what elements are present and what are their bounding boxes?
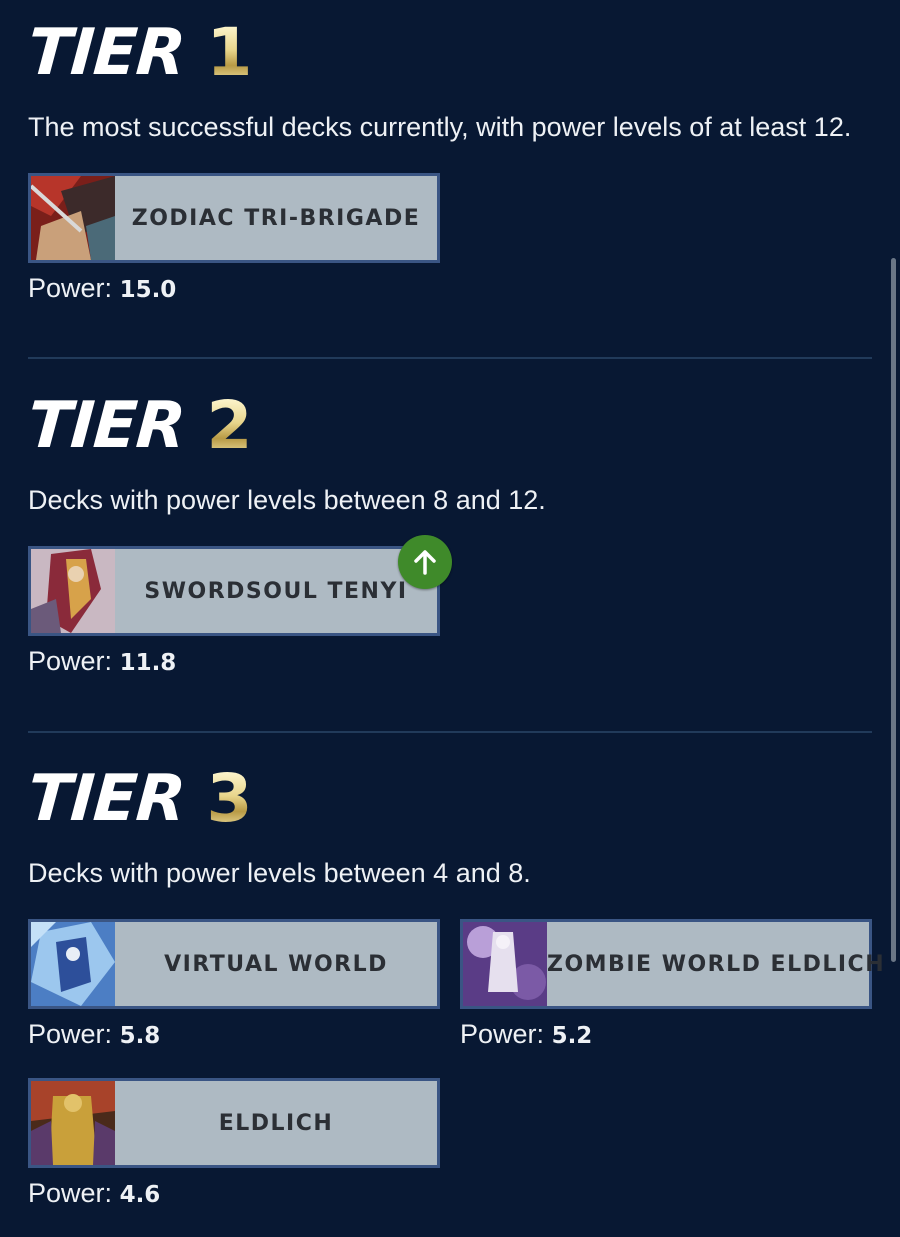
power-label: Power: <box>460 1019 545 1049</box>
power-value: 4.6 <box>119 1182 161 1208</box>
up-arrow-icon <box>414 550 436 575</box>
power-label: Power: <box>28 646 113 676</box>
deck-power: Power: 5.2 <box>460 1019 872 1050</box>
section-divider <box>28 357 872 359</box>
deck-name: ZOMBIE WORLD ELDLICH <box>547 951 886 977</box>
deck-power: Power: 15.0 <box>28 273 440 304</box>
deck-card-zombie-world-eldlich[interactable]: ZOMBIE WORLD ELDLICH <box>460 919 884 1009</box>
tier-word: TIER <box>25 389 188 463</box>
deck-thumbnail <box>31 176 115 260</box>
deck-name: ZODIAC TRI-BRIGADE <box>131 205 421 231</box>
tier-1-heading: TIER 1 <box>25 14 872 91</box>
power-label: Power: <box>28 1178 113 1208</box>
deck-thumbnail <box>31 922 115 1006</box>
deck-thumbnail <box>31 549 115 633</box>
deck-thumbnail <box>463 922 547 1006</box>
tier-2-section: TIER 2 Decks with power levels between 8… <box>25 387 872 676</box>
power-value: 15.0 <box>119 277 177 303</box>
deck-power: Power: 4.6 <box>28 1178 440 1209</box>
deck-item: SWORDSOUL TENYI Power: 11.8 <box>28 535 452 677</box>
tier-description: The most successful decks currently, wit… <box>28 112 852 142</box>
tier-number: 2 <box>206 387 253 464</box>
tier-number: 1 <box>206 14 253 91</box>
tier-2-heading: TIER 2 <box>25 387 872 464</box>
deck-card-swordsoul-tenyi[interactable]: SWORDSOUL TENYI <box>28 535 452 636</box>
power-value: 5.2 <box>551 1023 593 1049</box>
deck-card-eldlich[interactable]: ELDLICH <box>28 1078 440 1168</box>
trend-up-badge <box>398 535 452 589</box>
deck-name: SWORDSOUL TENYI <box>144 578 408 604</box>
tier-1-section: TIER 1 The most successful decks current… <box>25 14 872 303</box>
deck-item: VIRTUAL WORLD Power: 5.8 <box>28 919 440 1050</box>
deck-item: ELDLICH Power: 4.6 <box>28 1078 440 1209</box>
tier-word: TIER <box>25 762 188 836</box>
deck-item: ZODIAC TRI-BRIGADE Power: 15.0 <box>28 173 440 304</box>
power-value: 11.8 <box>119 650 177 676</box>
deck-power: Power: 5.8 <box>28 1019 440 1050</box>
tier-description: Decks with power levels between 8 and 12… <box>28 485 546 515</box>
deck-item: ZOMBIE WORLD ELDLICH Power: 5.2 <box>460 919 884 1050</box>
deck-card-zodiac-tri-brigade[interactable]: ZODIAC TRI-BRIGADE <box>28 173 440 263</box>
scrollbar[interactable] <box>891 258 896 962</box>
tier-3-section: TIER 3 Decks with power levels between 4… <box>25 760 884 1219</box>
deck-card-virtual-world[interactable]: VIRTUAL WORLD <box>28 919 440 1009</box>
deck-name: VIRTUAL WORLD <box>164 951 388 977</box>
section-divider <box>28 731 872 733</box>
tier-description: Decks with power levels between 4 and 8. <box>28 858 531 888</box>
deck-thumbnail <box>31 1081 115 1165</box>
power-label: Power: <box>28 273 113 303</box>
deck-power: Power: 11.8 <box>28 646 440 677</box>
tier-3-heading: TIER 3 <box>25 760 872 837</box>
tier-number: 3 <box>206 760 253 837</box>
deck-name: ELDLICH <box>218 1110 334 1136</box>
power-value: 5.8 <box>119 1023 161 1049</box>
power-label: Power: <box>28 1019 113 1049</box>
tier-word: TIER <box>25 16 188 90</box>
